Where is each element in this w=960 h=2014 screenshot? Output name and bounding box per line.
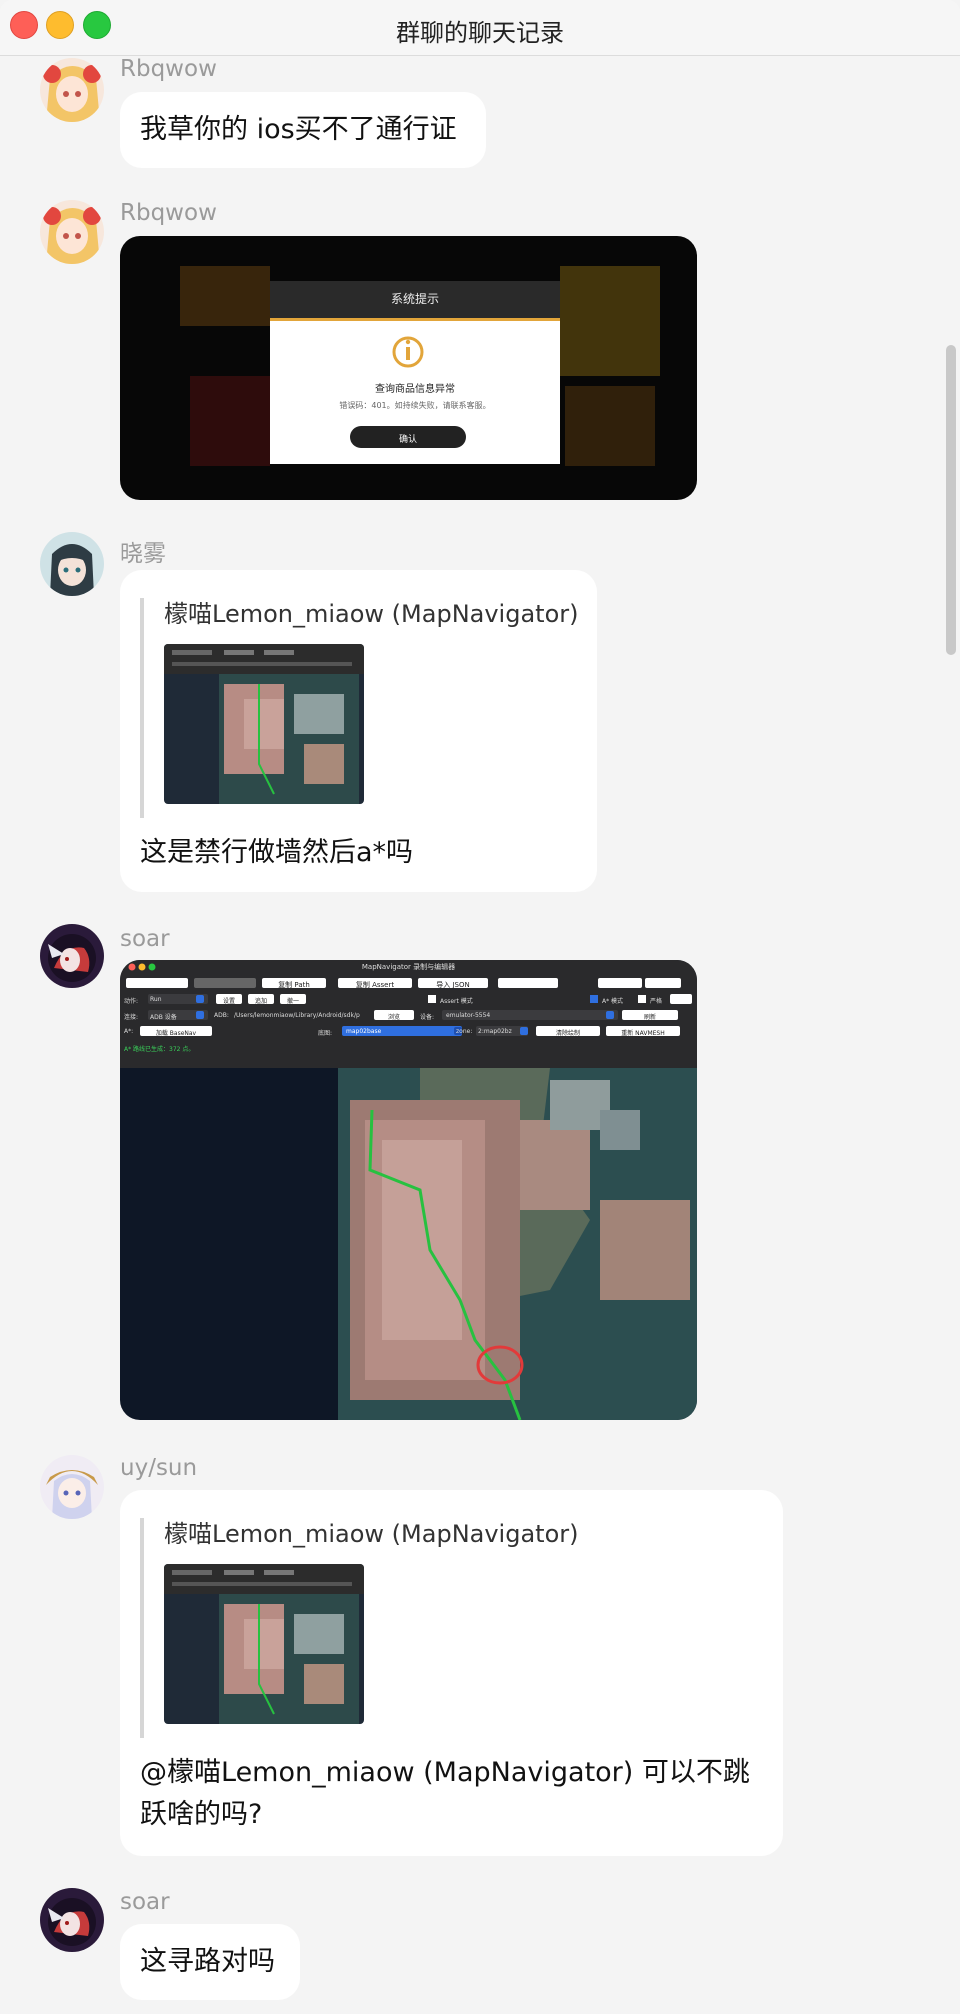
avatar-xiaowu[interactable] xyxy=(40,532,104,596)
field-value: /Users/lemonmiaow/Library/Android/sdk/p xyxy=(234,1012,360,1019)
sender-name: Rbqwow xyxy=(120,200,217,226)
row-label: zone: xyxy=(456,1028,473,1035)
message-text: 这是禁行做墙然后a*吗 xyxy=(140,837,414,868)
sender-name: 晓雾 xyxy=(120,541,166,567)
field-value: 2:map02bz xyxy=(478,1028,512,1035)
status-text: A* 路线已生成：372 点。 xyxy=(124,1046,195,1053)
button-label: 撤一 xyxy=(286,998,299,1005)
sender-name: Rbqwow xyxy=(120,56,217,82)
checkbox-label: 严格 xyxy=(650,998,663,1005)
button-label: 加载 BaseNav xyxy=(155,1030,197,1037)
chat-history[interactable]: Rbqwow 我草你的 ios买不了通行证 Rbqwow 系统提示 查询商品信息… xyxy=(0,0,960,2014)
quote-block[interactable]: 檬喵Lemon_miaow (MapNavigator) xyxy=(140,1518,579,1738)
button-label: 浏览 xyxy=(387,1014,400,1021)
quote-author: 檬喵Lemon_miaow (MapNavigator) xyxy=(164,600,579,628)
image-message[interactable]: 系统提示 查询商品信息异常 错误码：401。如持续失败，请联系客服。 确认 xyxy=(120,236,697,500)
row-label: 连接: xyxy=(124,1014,139,1021)
message-text: 我草你的 ios买不了通行证 xyxy=(140,114,457,145)
toolbar-button: 导入 JSON xyxy=(436,981,470,989)
sender-name: soar xyxy=(120,1889,170,1915)
scrollbar[interactable] xyxy=(946,345,956,655)
message-text: 这寻路对吗 xyxy=(140,1946,275,1977)
message-bubble[interactable]: 这寻路对吗 xyxy=(120,1924,300,2000)
row-label: 设备: xyxy=(420,1014,435,1021)
checkbox-label: Assert 模式 xyxy=(440,998,473,1005)
button-label: 清除绘制 xyxy=(555,1030,580,1037)
row-label: ADB: xyxy=(214,1012,229,1019)
field-value: map02base xyxy=(346,1028,382,1035)
window-title: 群聊的聊天记录 xyxy=(396,19,564,47)
message-bubble[interactable]: 檬喵Lemon_miaow (MapNavigator) xyxy=(120,1490,783,1856)
dialog-heading: 查询商品信息异常 xyxy=(375,384,455,395)
button-label: 刷新 xyxy=(643,1014,656,1021)
quote-author: 檬喵Lemon_miaow (MapNavigator) xyxy=(164,1520,579,1548)
sender-name: soar xyxy=(120,926,170,952)
field-value: Run xyxy=(150,996,162,1003)
image-message[interactable]: MapNavigator 录制与编辑器 复制 Path 复制 Assert 导入… xyxy=(120,960,697,1420)
row-label: 底图: xyxy=(318,1030,333,1037)
row-label: A*: xyxy=(124,1028,134,1035)
button-label: 追加 xyxy=(254,998,267,1005)
message-bubble[interactable]: 檬喵Lemon_miaow (MapNavigator) xyxy=(120,570,597,892)
title-bar: 群聊的聊天记录 xyxy=(0,0,960,56)
avatar-uy-sun[interactable] xyxy=(40,1455,104,1519)
toolbar-button: 复制 Assert xyxy=(355,981,395,989)
sender-name: uy/sun xyxy=(120,1455,198,1481)
row-label: 动作: xyxy=(124,998,139,1005)
avatar-soar[interactable] xyxy=(40,924,104,988)
field-value: ADB 设备 xyxy=(150,1014,177,1021)
dialog-title: 系统提示 xyxy=(390,292,439,306)
avatar-soar[interactable] xyxy=(40,1888,104,1952)
quote-thumbnail[interactable] xyxy=(164,644,364,804)
button-label: 设置 xyxy=(222,998,235,1005)
button-label: 重新 NAVMESH xyxy=(621,1030,665,1037)
message-bubble[interactable]: 我草你的 ios买不了通行证 xyxy=(120,92,486,168)
checkbox-label: A* 模式 xyxy=(602,998,624,1005)
toolbar-button: 复制 Path xyxy=(278,981,310,989)
avatar-rbqwow[interactable] xyxy=(40,200,104,264)
dialog-confirm-button: 确认 xyxy=(398,435,417,445)
avatar-rbqwow[interactable] xyxy=(40,58,104,122)
message-text: @檬喵Lemon_miaow (MapNavigator) 可以不跳跃啥的吗? xyxy=(140,1757,750,1830)
quote-thumbnail[interactable] xyxy=(164,1564,364,1724)
app-title: MapNavigator 录制与编辑器 xyxy=(361,963,456,971)
dialog-body: 错误码：401。如持续失败，请联系客服。 xyxy=(339,401,491,410)
field-value: emulator-5554 xyxy=(446,1012,491,1019)
quote-block[interactable]: 檬喵Lemon_miaow (MapNavigator) xyxy=(140,598,579,818)
